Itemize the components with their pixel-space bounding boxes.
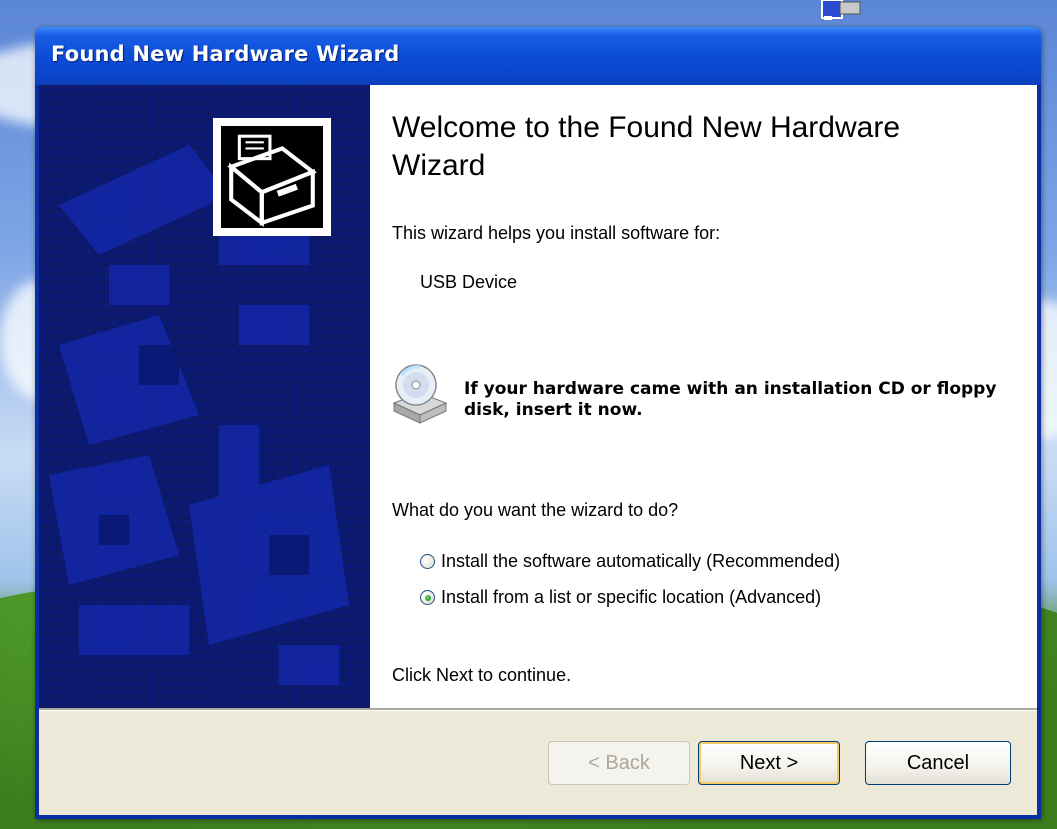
hardware-board-icon xyxy=(213,118,331,236)
radio-button-advanced[interactable] xyxy=(420,590,435,605)
wizard-client-area: Welcome to the Found New Hardware Wizard… xyxy=(39,85,1037,815)
button-divider xyxy=(39,708,1037,711)
desktop-shortcut-icon[interactable] xyxy=(818,0,864,22)
back-button[interactable]: < Back xyxy=(548,741,690,785)
cancel-button[interactable]: Cancel xyxy=(865,741,1011,785)
page-title: Welcome to the Found New Hardware Wizard xyxy=(392,111,901,182)
wizard-side-banner xyxy=(39,85,370,708)
next-button[interactable]: Next > xyxy=(698,741,840,785)
radio-button-automatic[interactable] xyxy=(420,554,435,569)
wizard-content: Welcome to the Found New Hardware Wizard… xyxy=(370,85,1037,708)
device-name: USB Device xyxy=(420,272,518,292)
continue-hint: Click Next to continue. xyxy=(392,665,572,685)
window-title: Found New Hardware Wizard xyxy=(51,42,400,66)
intro-text: This wizard helps you install software f… xyxy=(392,223,721,243)
option-install-advanced[interactable]: Install from a list or specific location… xyxy=(420,587,821,608)
cd-prompt: If your hardware came with an installati… xyxy=(464,379,997,420)
cd-drive-icon xyxy=(392,364,448,424)
title-bar[interactable]: Found New Hardware Wizard xyxy=(35,27,1041,85)
option-install-automatic[interactable]: Install the software automatically (Reco… xyxy=(420,551,840,572)
wizard-question: What do you want the wizard to do? xyxy=(392,500,679,520)
option-label[interactable]: Install from a list or specific location… xyxy=(441,587,821,608)
option-label[interactable]: Install the software automatically (Reco… xyxy=(441,551,840,572)
wizard-window: Found New Hardware Wizard Welcome to the… xyxy=(35,27,1041,819)
